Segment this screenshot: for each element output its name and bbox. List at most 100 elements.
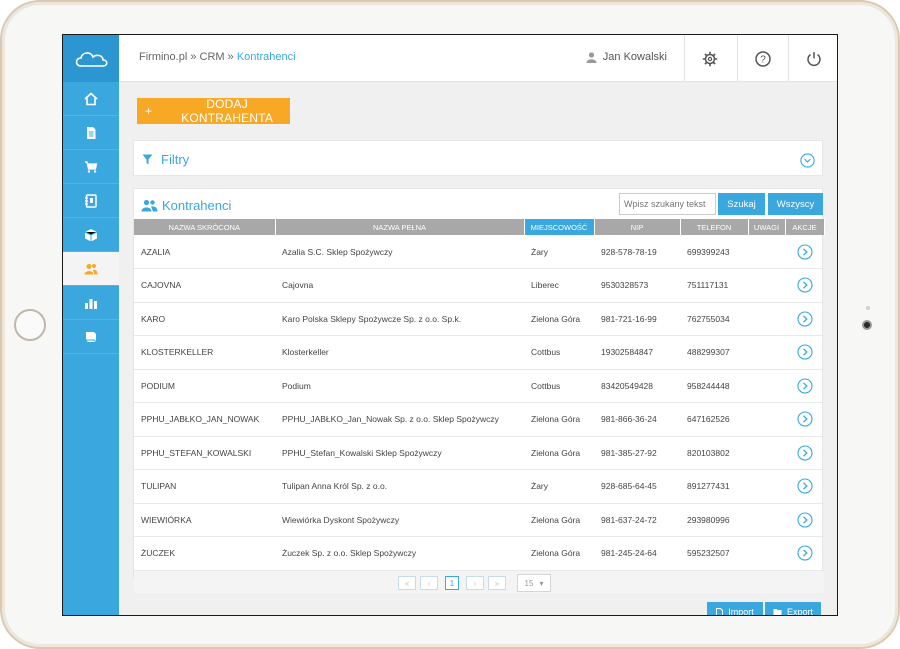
sidebar-item-contacts-book[interactable] [63,184,119,218]
sidebar-item-home[interactable] [63,82,119,116]
breadcrumb: Firmino.pl » CRM » Kontrahenci [139,51,296,63]
cell-full-name: Tulipan Anna Król Sp. z o.o. [275,469,524,504]
column-header-short-name[interactable]: NAZWA SKRÓCONA [134,219,276,235]
table-row[interactable]: PPHU_STEFAN_KOWALSKI PPHU_Stefan_Kowalski… [134,436,824,470]
cell-short-name: PPHU_STEFAN_KOWALSKI [134,436,275,470]
cell-full-name: Wiewiórka Dyskont Spożywczy [275,503,524,537]
cloud-logo-icon[interactable] [63,35,119,82]
breadcrumb-separator: » [187,51,200,63]
chevron-right-circle-icon[interactable] [796,378,813,394]
column-header-notes[interactable]: UWAGI [748,219,786,235]
table-row[interactable]: ŻUCZEK Żuczek Sp. z o.o. Sklep Spożywczy Z… [134,536,824,571]
cell-actions [785,302,824,336]
table-row[interactable]: KLOSTERKELLER Klosterkeller Cottbus 1930258… [134,335,824,370]
sidebar-item-warehouse[interactable] [63,218,119,252]
help-button[interactable]: ? [737,35,788,82]
sidebar-item-contractors[interactable] [63,252,119,286]
cell-short-name: AZALIA [134,235,275,269]
tablet-home-button [14,309,46,341]
chevron-right-circle-icon[interactable] [796,478,813,494]
sidebar-item-reports[interactable] [63,286,119,320]
users-icon [141,199,158,212]
cell-short-name: WIEWIÓRKA [134,503,275,537]
cell-nip: 9530328573 [594,268,680,303]
add-contractor-button[interactable]: + DODAJ KONTRAHENTA [137,97,290,125]
address-book-icon [85,193,97,208]
cell-full-name: Cajovna [275,268,524,303]
sidebar-item-sales[interactable] [63,150,119,184]
book-icon [86,331,97,342]
column-header-full-name[interactable]: NAZWA PEŁNA [275,219,525,235]
add-contractor-label: DODAJ KONTRAHENTA [181,97,274,125]
svg-text:?: ? [760,54,766,65]
sidebar-item-library[interactable] [63,320,119,354]
chevron-right-circle-icon[interactable] [796,545,813,561]
cell-city: Żary [524,469,594,504]
breadcrumb-item-crm[interactable]: CRM [200,51,225,63]
table-row[interactable]: AZALIA Azalia S.C. Sklep Spożywczy Żary 928… [134,235,824,269]
document-icon [87,126,96,139]
table-row[interactable]: TULIPAN Tulipan Anna Król Sp. z o.o. Żary 9… [134,469,824,504]
top-bar: Firmino.pl » CRM » Kontrahenci Jan Kowal… [119,35,837,82]
cell-notes [748,503,785,537]
logout-button[interactable] [788,35,837,82]
cell-phone: 293980996 [680,503,748,537]
sidebar-item-documents[interactable] [63,116,119,150]
cell-city: Zielona Góra [524,536,594,571]
cell-short-name: KLOSTERKELLER [134,335,275,370]
show-all-button[interactable]: Wszyscy [768,193,823,215]
cell-city: Cottbus [524,369,594,403]
table-row[interactable]: KARO Karo Polska Sklepy Spożywcze Sp. z o… [134,302,824,336]
table-row[interactable]: CAJOVNA Cajovna Liberec 9530328573 751117131 [134,268,824,303]
funnel-icon [142,154,153,165]
cell-city: Zielona Góra [524,503,594,537]
user-menu[interactable]: Jan Kowalski [586,51,667,63]
chevron-down-circle-icon[interactable] [800,153,815,168]
search-button[interactable]: Szukaj [718,193,765,215]
contractors-panel: Kontrahenci Szukaj Wszyscy NAZWA SKRÓCON… [133,188,825,593]
search-input[interactable] [619,193,716,215]
last-page-button[interactable]: » [488,576,506,590]
cell-short-name: TULIPAN [134,469,275,504]
per-page-select[interactable]: 15 ▾ [517,574,551,592]
chevron-right-circle-icon[interactable] [796,243,813,260]
cell-phone: 891277431 [680,469,748,504]
breadcrumb-item-home[interactable]: Firmino.pl [139,51,187,63]
column-header-nip[interactable]: NIP [594,219,681,235]
box-icon [84,228,98,241]
user-icon [586,51,597,63]
filter-panel[interactable]: Filtry [133,140,823,176]
chevron-right-circle-icon[interactable] [796,411,813,427]
page-number-current[interactable]: 1 [445,576,459,590]
chevron-right-circle-icon[interactable] [796,311,813,327]
power-icon [807,51,821,66]
cell-actions [785,235,824,269]
export-label: Export [786,607,813,616]
gear-icon [702,51,718,66]
settings-button[interactable] [684,35,735,82]
table-row[interactable]: PODIUM Podium Cottbus 83420549428 958244448 [134,369,824,403]
cell-full-name: PPHU_Stefan_Kowalski Sklep Spożywczy [275,436,524,470]
table-row[interactable]: PPHU_JABŁKO_JAN_NOWAK PPHU_JABŁKO_Jan_Now… [134,402,824,437]
cell-phone: 699399243 [680,235,748,269]
cell-phone: 647162526 [680,402,748,437]
export-button[interactable]: Export [765,602,821,616]
main-content: + DODAJ KONTRAHENTA Filtry Kontrahenci S… [119,82,837,615]
next-page-button[interactable]: › [466,576,484,590]
column-header-city[interactable]: MIEJSCOWOŚĆ [524,219,595,235]
cell-nip: 981-721-16-99 [594,302,680,336]
chevron-right-circle-icon[interactable] [796,344,813,360]
column-header-phone[interactable]: TELEFON [680,219,749,235]
chevron-right-circle-icon[interactable] [796,277,813,293]
first-page-button[interactable]: « [398,576,416,590]
caret-down-icon: ▾ [539,578,544,588]
table-row[interactable]: WIEWIÓRKA Wiewiórka Dyskont Spożywczy Ziel… [134,503,824,537]
chevron-right-circle-icon[interactable] [796,445,813,461]
previous-page-button[interactable]: ‹ [420,576,438,590]
help-icon: ? [755,50,771,67]
cell-nip: 928-578-78-19 [594,235,680,269]
cell-city: Zielona Góra [524,436,594,470]
plus-icon: + [145,104,153,118]
chevron-right-circle-icon[interactable] [796,512,813,528]
import-button[interactable]: Import [707,602,763,615]
